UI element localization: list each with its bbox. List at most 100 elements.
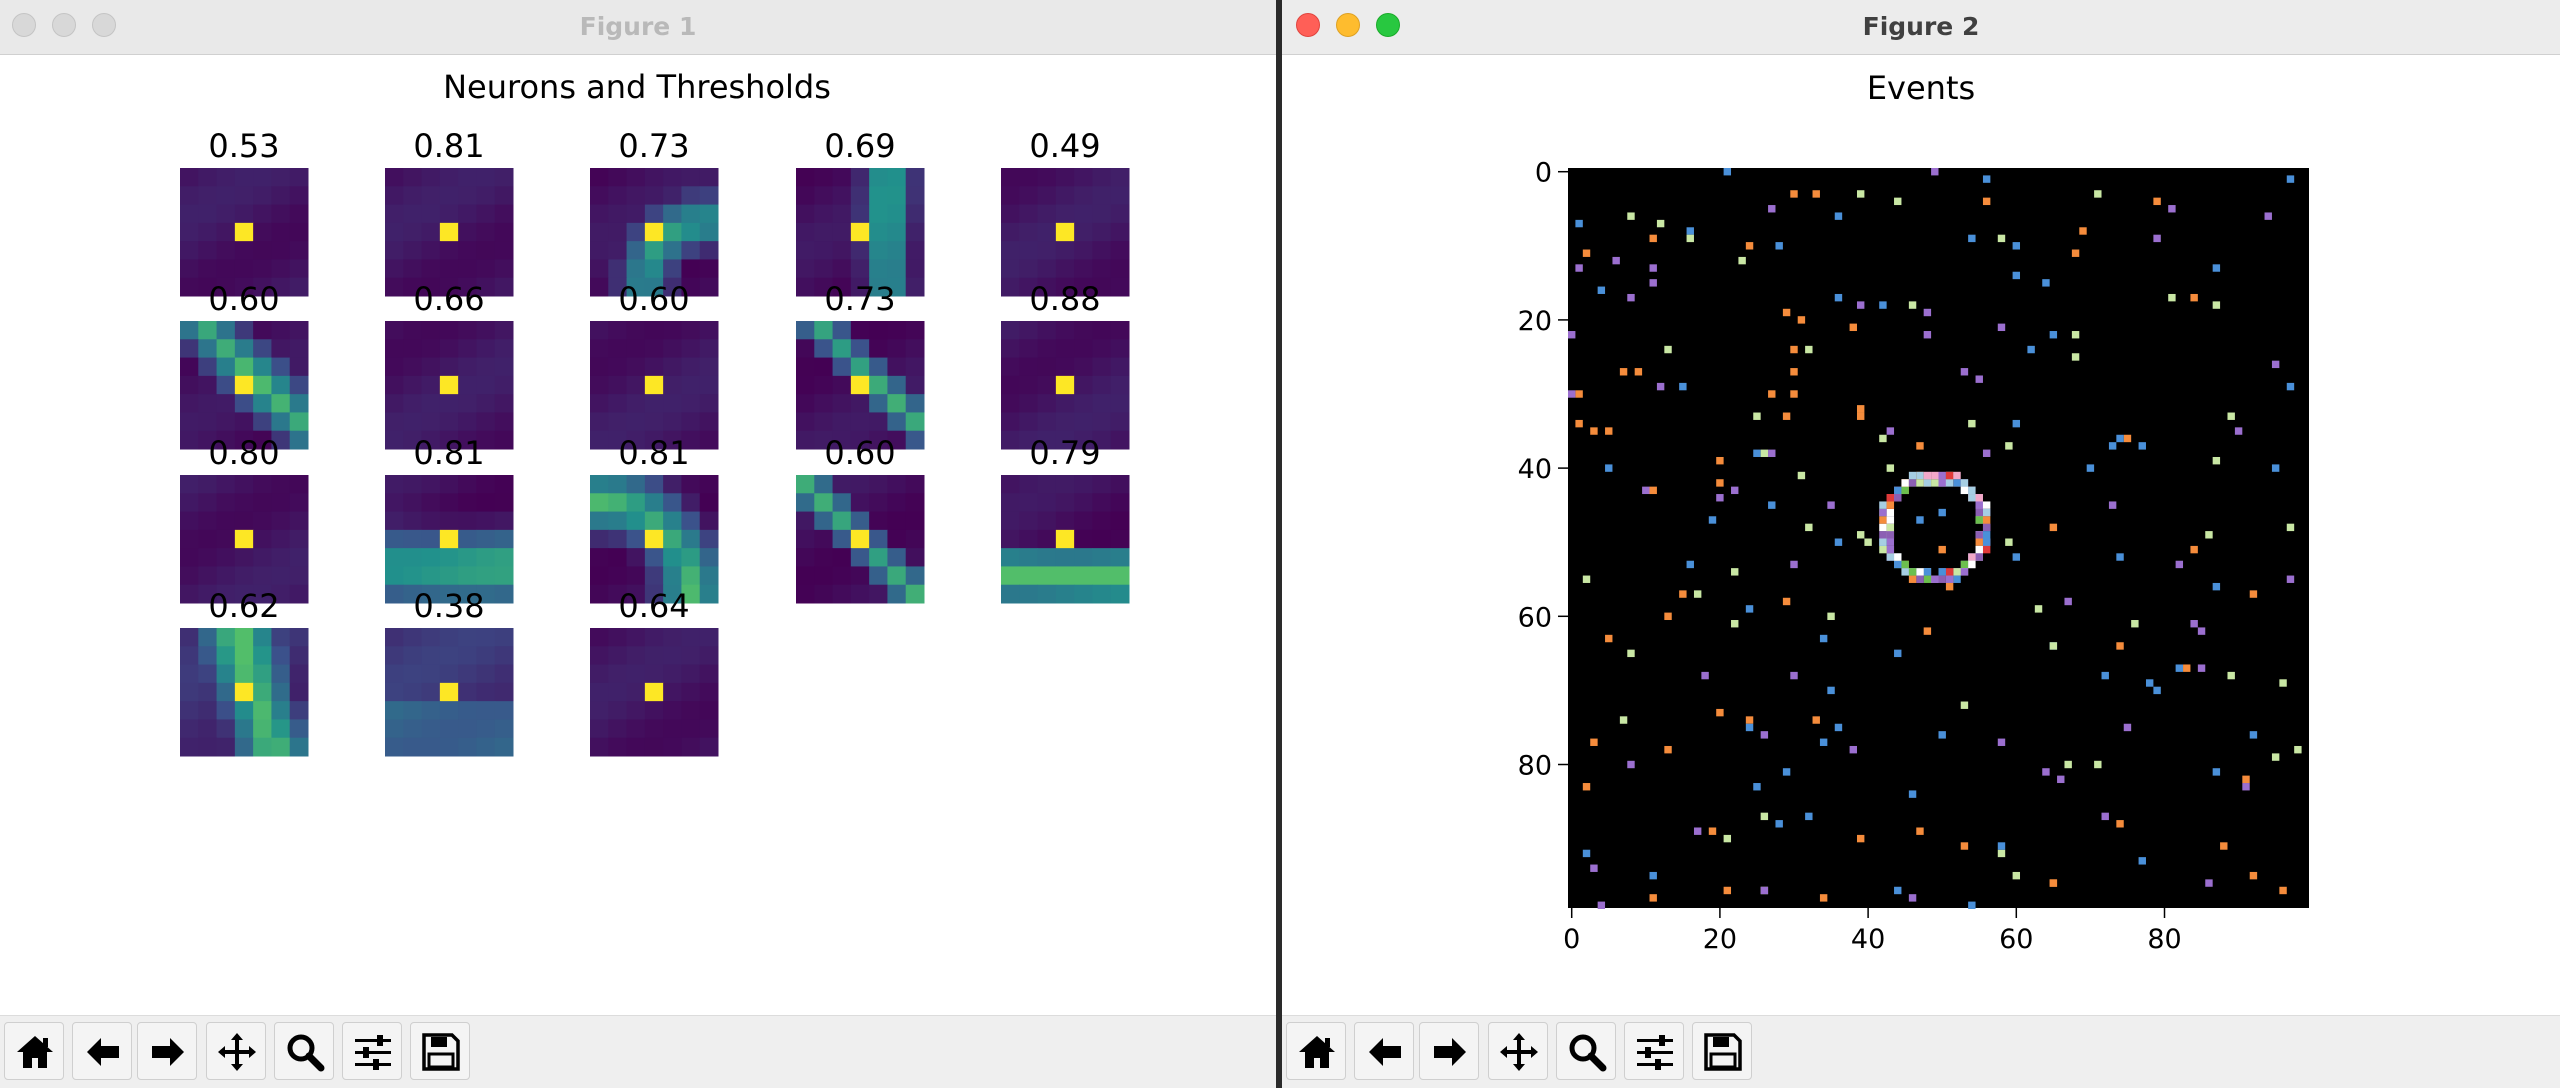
event-pixel	[1634, 368, 1643, 376]
neuron-tile	[590, 168, 719, 297]
neuron-threshold-label: 0.66	[413, 280, 484, 318]
neuron-threshold-label: 0.60	[618, 280, 689, 318]
neuron-tile	[1001, 321, 1130, 450]
home-button[interactable]	[4, 1022, 64, 1080]
event-pixel	[1879, 501, 1887, 509]
neuron-threshold-label: 0.69	[824, 127, 895, 165]
event-pixel	[2286, 175, 2295, 183]
event-pixel	[1894, 886, 1902, 895]
event-pixel	[2234, 427, 2243, 435]
event-pixel	[1960, 560, 1969, 569]
event-pixel	[1975, 516, 1983, 524]
x-tick-label: 0	[1563, 924, 1580, 955]
event-pixel	[1975, 531, 1983, 539]
event-pixel	[1597, 286, 1606, 294]
event-pixel	[1597, 901, 1606, 909]
neuron-threshold-label: 0.60	[208, 280, 279, 318]
event-pixel	[2042, 279, 2050, 287]
event-pixel	[2138, 442, 2146, 450]
event-pixel	[1945, 575, 1954, 583]
neuron-tile	[1001, 168, 1130, 297]
event-pixel	[1916, 479, 1924, 487]
pan-button[interactable]	[206, 1022, 266, 1080]
back-button[interactable]	[1354, 1022, 1414, 1080]
event-pixel	[1812, 190, 1820, 198]
event-pixel	[2057, 775, 2065, 784]
event-pixel	[2042, 768, 2050, 776]
event-pixel	[2242, 783, 2250, 791]
figure2-titlebar[interactable]: Figure 2	[1282, 0, 2560, 55]
zoom-button[interactable]	[1556, 1022, 1616, 1080]
events-figure-canvas[interactable]: Events 0 20 40 60 80 0 20 40 60 80	[1282, 55, 2560, 1012]
event-pixel	[1590, 738, 1598, 746]
event-pixel	[1745, 723, 1754, 732]
events-image[interactable]	[1568, 168, 2309, 908]
forward-button[interactable]	[1419, 1022, 1479, 1080]
event-pixel	[2064, 597, 2072, 606]
event-pixel	[2175, 664, 2184, 672]
arrow-right-icon	[152, 1038, 184, 1066]
event-pixel	[1997, 738, 2006, 746]
event-pixel	[2123, 434, 2132, 443]
neuron-threshold-label: 0.81	[413, 127, 484, 165]
event-pixel	[1901, 479, 1909, 487]
event-pixel	[1997, 234, 2006, 243]
event-pixel	[1664, 345, 1672, 354]
figure-title: Events	[1867, 69, 1975, 107]
event-pixel	[1908, 894, 1917, 902]
event-pixel	[2079, 227, 2087, 235]
y-tick-label: 80	[1518, 751, 1552, 782]
event-pixel	[1827, 501, 1835, 509]
configure-subplots-button[interactable]	[342, 1022, 402, 1080]
event-pixel	[1938, 471, 1946, 480]
event-pixel	[1982, 175, 1991, 183]
event-pixel	[1649, 234, 1657, 243]
event-pixel	[1938, 568, 1946, 576]
neuron-threshold-label: 0.60	[824, 434, 895, 472]
event-pixel	[2286, 523, 2295, 532]
pan-button[interactable]	[1488, 1022, 1548, 1080]
x-tick-label: 20	[1703, 924, 1737, 955]
event-pixel	[2049, 331, 2058, 339]
event-pixel	[1731, 568, 1739, 576]
neuron-tile	[385, 168, 514, 297]
configure-subplots-button[interactable]	[1624, 1022, 1684, 1080]
event-pixel	[1960, 568, 1969, 576]
neuron-grid: 0.53 0.81 0.73 0.69 0.49 0.60 0.66 0.60 0.73 0.88…	[180, 127, 1130, 757]
floppy-disk-icon	[422, 1033, 460, 1071]
x-tick-label: 80	[2147, 924, 2181, 955]
home-button[interactable]	[1286, 1022, 1346, 1080]
forward-button[interactable]	[137, 1022, 197, 1080]
home-icon	[1299, 1036, 1335, 1068]
event-pixel	[1575, 264, 1583, 272]
figure1-titlebar[interactable]: Figure 1	[0, 0, 1276, 55]
save-button[interactable]	[410, 1022, 470, 1080]
event-pixel	[1960, 486, 1969, 495]
event-pixel	[1894, 494, 1902, 502]
event-pixel	[1590, 864, 1598, 872]
event-pixel	[1790, 368, 1798, 376]
event-pixel	[1797, 316, 1806, 324]
neuron-threshold-label: 0.62	[208, 587, 279, 625]
y-tick-label: 20	[1518, 306, 1552, 337]
sliders-icon	[355, 1035, 391, 1070]
event-pixel	[1582, 249, 1591, 257]
event-pixel	[1856, 190, 1865, 198]
event-pixel	[2012, 419, 2021, 428]
figure1-toolbar	[0, 1015, 1276, 1088]
event-pixel	[1997, 323, 2006, 332]
event-pixel	[1886, 427, 1895, 435]
event-pixel	[1656, 219, 1665, 228]
save-button[interactable]	[1692, 1022, 1752, 1080]
event-pixel	[1982, 508, 1991, 517]
event-pixel	[1908, 479, 1917, 487]
event-pixel	[1701, 671, 1709, 680]
back-button[interactable]	[72, 1022, 132, 1080]
neurons-figure-canvas[interactable]: Neurons and Thresholds 0.53 0.81 0.73 0.69 0…	[0, 55, 1276, 1012]
event-pixel	[2064, 760, 2072, 769]
event-pixel	[1812, 716, 1820, 724]
neuron-tile	[180, 168, 309, 297]
event-pixel	[1923, 471, 1932, 480]
event-pixel	[1642, 486, 1650, 495]
zoom-button[interactable]	[274, 1022, 334, 1080]
